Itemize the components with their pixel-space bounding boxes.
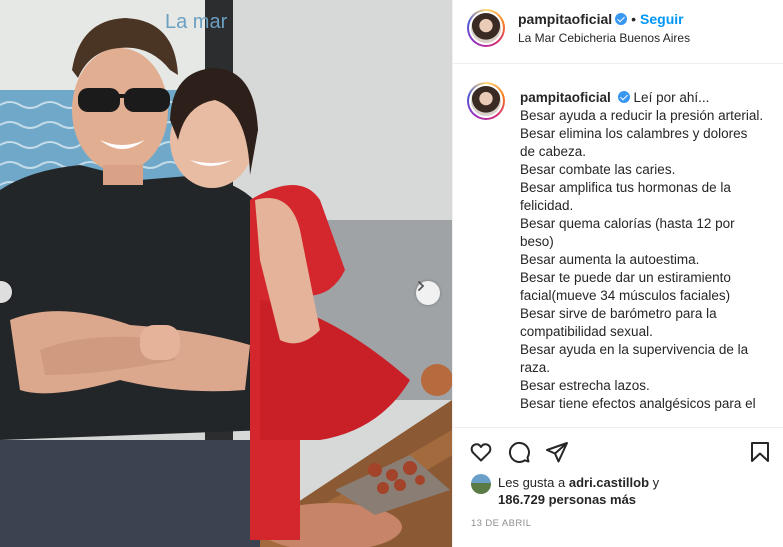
caption-line: Besar combate las caries. — [520, 162, 676, 177]
caption-line: Besar tiene efectos analgésicos para el — [520, 396, 756, 411]
likes-summary: Les gusta a adri.castillob y 186.729 per… — [471, 474, 659, 508]
post-header: pampitaoficial • Seguir La Mar Cebicheria … — [453, 0, 783, 64]
caption-line: Besar elimina los calambres y dolores de… — [520, 126, 748, 159]
post-actions: Les gusta a adri.castillob y 186.729 per… — [453, 427, 783, 547]
post-date[interactable]: 13 DE ABRIL — [471, 518, 531, 529]
likes-prefix: Les gusta a — [498, 475, 566, 490]
share-icon[interactable] — [545, 440, 569, 464]
verified-badge-icon — [617, 91, 630, 103]
caption-intro: Leí por ahí... — [633, 90, 710, 105]
caption-line: Besar amplifica tus hormonas de la felic… — [520, 180, 731, 213]
caption-line: Besar aumenta la autoestima. — [520, 252, 700, 267]
photo-illustration: La mar — [0, 0, 452, 547]
separator-dot: • — [631, 11, 637, 27]
verified-badge-icon — [615, 13, 628, 25]
avatar[interactable] — [467, 9, 505, 47]
header-username[interactable]: pampitaoficial — [518, 11, 612, 27]
post-side-panel: pampitaoficial • Seguir La Mar Cebicheria … — [452, 0, 783, 547]
post-photo[interactable]: La mar — [0, 0, 452, 547]
likes-count-link[interactable]: 186.729 personas más — [498, 492, 636, 507]
likes-conj: y — [652, 475, 660, 490]
chevron-right-icon — [418, 281, 425, 291]
caption-avatar[interactable] — [467, 82, 505, 120]
caption-line: Besar te puede dar un estiramiento facia… — [520, 270, 731, 303]
caption-line: Besar estrecha lazos. — [520, 378, 650, 393]
caption-line: Besar ayuda en la supervivencia de la ra… — [520, 342, 749, 375]
caption-username[interactable]: pampitaoficial — [520, 90, 611, 105]
liker-avatar[interactable] — [471, 474, 491, 494]
bookmark-icon[interactable] — [748, 440, 772, 464]
caption-line: Besar ayuda a reducir la presión arteria… — [520, 108, 764, 123]
follow-button[interactable]: Seguir — [640, 11, 684, 27]
comment-icon[interactable] — [507, 440, 531, 464]
heart-icon[interactable] — [469, 440, 493, 464]
comments-area[interactable]: pampitaoficial Leí por ahí... Besar ayud… — [453, 65, 783, 427]
next-photo-button[interactable] — [416, 281, 440, 305]
caption-line: Besar quema calorías (hasta 12 por beso) — [520, 216, 735, 249]
caption: pampitaoficial Leí por ahí... Besar ayud… — [520, 89, 765, 413]
liker-username[interactable]: adri.castillob — [569, 475, 649, 490]
caption-line: Besar sirve de barómetro para la compati… — [520, 306, 717, 339]
location-link[interactable]: La Mar Cebicheria Buenos Aires — [518, 31, 690, 45]
photo-sign: La mar — [165, 11, 228, 33]
